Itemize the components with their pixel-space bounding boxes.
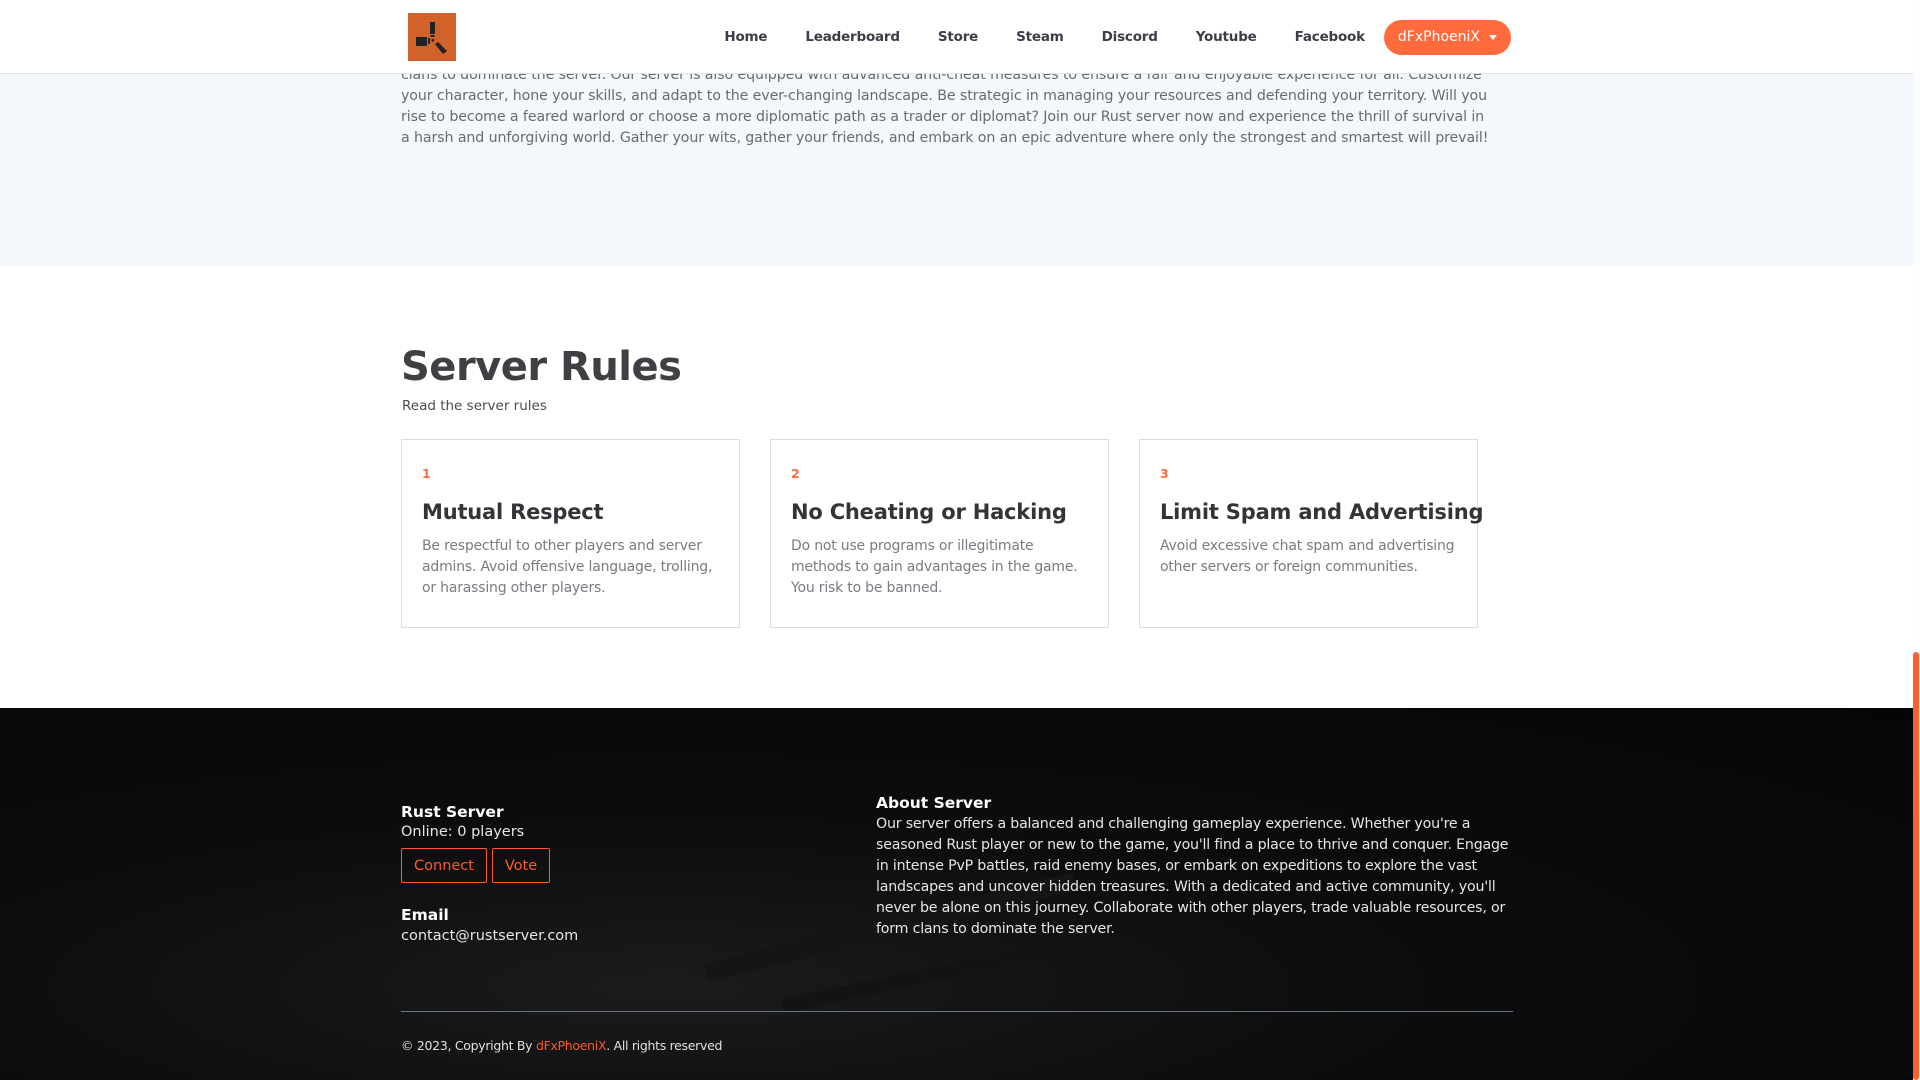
copyright: © 2023, Copyright By dFxPhoeniX. All rig…	[401, 1038, 722, 1053]
rule-number: 1	[422, 466, 431, 481]
section-title: Server Rules	[401, 344, 682, 390]
server-heading: Rust Server	[401, 803, 504, 821]
copyright-prefix: © 2023, Copyright By	[401, 1038, 536, 1053]
scrollbar-thumb[interactable]	[1913, 652, 1919, 1080]
rule-card: 3 Limit Spam and Advertising Avoid exces…	[1139, 439, 1483, 628]
rule-number: 3	[1160, 466, 1169, 481]
nav-facebook[interactable]: Facebook	[1295, 29, 1365, 45]
nav-store[interactable]: Store	[938, 29, 978, 45]
nav-leaderboard[interactable]: Leaderboard	[805, 29, 900, 45]
rule-title: Mutual Respect	[422, 500, 604, 524]
caret-down-icon	[1489, 34, 1497, 40]
vote-button[interactable]: Vote	[492, 848, 550, 883]
user-name: dFxPhoeniX	[1397, 29, 1480, 45]
intro-section: clans to dominate the server. Our server…	[0, 74, 1913, 266]
section-subtitle: Read the server rules	[402, 398, 547, 414]
rule-number: 2	[791, 466, 800, 481]
copyright-suffix: . All rights reserved	[606, 1038, 723, 1053]
rule-card: 2 No Cheating or Hacking Do not use prog…	[770, 439, 1109, 628]
nav-links: Home Leaderboard Store Steam Discord You…	[705, 19, 1511, 55]
footer-divider	[401, 1011, 1513, 1012]
email-address[interactable]: contact@rustserver.com	[401, 928, 578, 944]
email-heading: Email	[401, 906, 449, 924]
intro-text: clans to dominate the server. Our server…	[401, 74, 1489, 146]
footer: Rust Server Online: 0 players Connect Vo…	[0, 708, 1913, 1080]
rule-title: Limit Spam and Advertising	[1160, 500, 1484, 524]
rule-description: Be respectful to other players and serve…	[422, 538, 713, 596]
about-text: Our server offers a balanced and challen…	[876, 816, 1509, 937]
online-status: Online: 0 players	[401, 824, 525, 840]
nav-home[interactable]: Home	[724, 29, 767, 45]
user-menu-button[interactable]: dFxPhoeniX	[1383, 19, 1511, 55]
nav-youtube[interactable]: Youtube	[1196, 29, 1257, 45]
server-rules-section: Server Rules Read the server rules 1 Mut…	[0, 266, 1913, 708]
nav-discord[interactable]: Discord	[1102, 29, 1158, 45]
rust-logo-icon[interactable]	[408, 13, 456, 61]
about-heading: About Server	[876, 794, 992, 812]
rule-description: Do not use programs or illegitimate meth…	[791, 538, 1078, 596]
connect-button[interactable]: Connect	[401, 848, 487, 883]
nav-steam[interactable]: Steam	[1016, 29, 1064, 45]
rule-description: Avoid excessive chat spam and advertisin…	[1160, 538, 1455, 575]
navbar: Home Leaderboard Store Steam Discord You…	[0, 0, 1913, 74]
rule-title: No Cheating or Hacking	[791, 500, 1067, 524]
rule-card: 1 Mutual Respect Be respectful to other …	[401, 439, 740, 628]
copyright-brand-link[interactable]: dFxPhoeniX	[536, 1038, 607, 1053]
